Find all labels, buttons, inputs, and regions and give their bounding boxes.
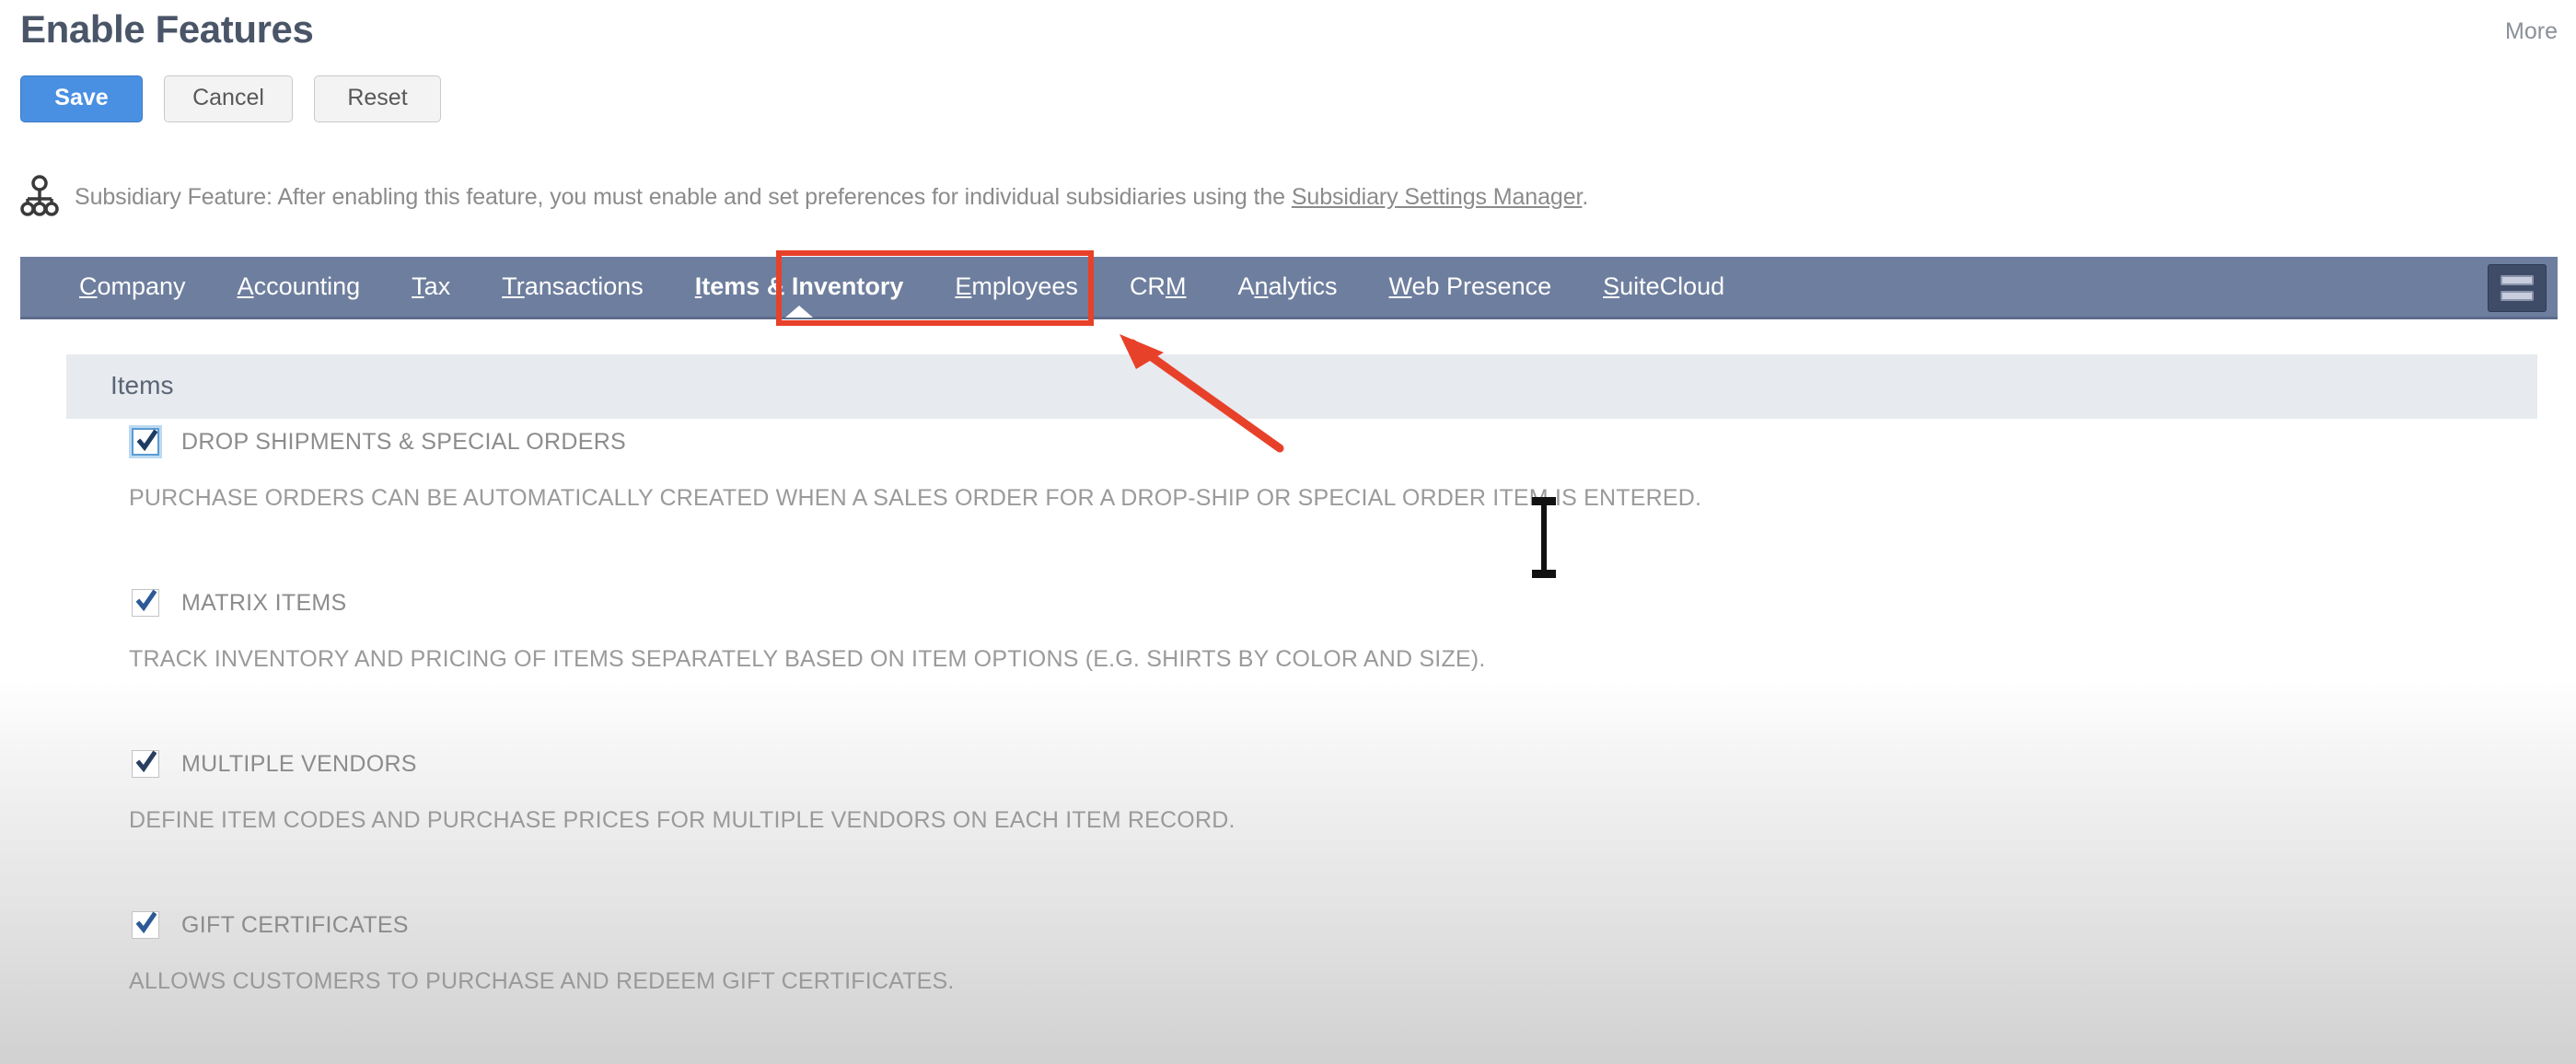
feature-description: DEFINE ITEM CODES AND PURCHASE PRICES FO…: [129, 807, 1236, 833]
tab-analytics-accel: n: [1254, 272, 1269, 300]
tab-crm-label: CRM: [1129, 272, 1187, 300]
feature-label: MULTIPLE VENDORS: [181, 750, 417, 777]
tab-crm-accel: M: [1165, 272, 1187, 300]
tab-transactions-label: ansactions: [524, 272, 644, 300]
checkbox-drop-shipments-and-special-orders[interactable]: [129, 425, 162, 458]
enable-features-page: Enable Features More Save Cancel Reset S…: [0, 0, 2576, 1064]
feature-description: TRACK INVENTORY AND PRICING OF ITEMS SEP…: [129, 646, 1486, 672]
feature-label: GIFT CERTIFICATES: [181, 911, 409, 938]
tab-suitecloud-label: uiteCloud: [1619, 272, 1725, 300]
subsidiary-notice-text-after: .: [1582, 183, 1589, 210]
tab-accounting-label: ccounting: [253, 272, 361, 300]
tab-tax[interactable]: Tax: [386, 257, 476, 317]
subsidiary-feature-notice: Subsidiary Feature: After enabling this …: [20, 175, 1588, 219]
feature-description: PURCHASE ORDERS CAN BE AUTOMATICALLY CRE…: [129, 485, 1702, 511]
tab-list: Company Accounting Tax Transactions Item…: [53, 257, 1750, 318]
checkbox-matrix-items[interactable]: [132, 589, 159, 617]
tab-tax-label: ax: [424, 272, 451, 300]
feature-row: DROP SHIPMENTS & SPECIAL ORDERS: [129, 425, 627, 458]
checkbox-gift-certificates[interactable]: [132, 911, 159, 939]
subsidiary-notice-text-before: Subsidiary Feature: After enabling this …: [75, 183, 1292, 210]
tab-company-accel: C: [79, 272, 98, 300]
tab-suitecloud-accel: S: [1603, 272, 1620, 300]
page-title: Enable Features: [20, 7, 314, 51]
checkmark-icon: [136, 589, 157, 612]
items-section-title: Items: [110, 371, 174, 399]
more-link[interactable]: More: [2505, 18, 2558, 45]
tab-transactions[interactable]: Transactions: [476, 257, 669, 317]
tab-employees-label: mployees: [971, 272, 1078, 300]
tab-crm[interactable]: CRM: [1104, 257, 1213, 317]
feature-description: ALLOWS CUSTOMERS TO PURCHASE AND REDEEM …: [129, 968, 955, 994]
subsidiary-notice-text: Subsidiary Feature: After enabling this …: [75, 184, 1588, 211]
tab-company-label: ompany: [97, 272, 186, 300]
tab-accounting-accel: A: [237, 272, 254, 300]
feature-row: MULTIPLE VENDORS: [132, 750, 417, 778]
tab-tax-accel: T: [412, 272, 424, 300]
items-section-header: Items: [66, 354, 2537, 419]
checkbox-multiple-vendors[interactable]: [132, 750, 159, 778]
layout-icon-bar-top: [2501, 275, 2534, 285]
active-tab-pointer-icon: [785, 306, 814, 318]
cancel-button[interactable]: Cancel: [164, 75, 293, 122]
subsidiary-settings-manager-link[interactable]: Subsidiary Settings Manager: [1292, 184, 1583, 210]
tab-employees[interactable]: Employees: [929, 257, 1104, 317]
tab-analytics-label: Analytics: [1237, 272, 1338, 300]
feature-row: MATRIX ITEMS: [132, 589, 347, 617]
checkmark-icon: [136, 750, 157, 773]
tab-employees-accel: E: [955, 272, 972, 300]
tab-items-and-inventory[interactable]: Items & Inventory: [669, 257, 930, 318]
tab-accounting[interactable]: Accounting: [212, 257, 387, 317]
feature-label: DROP SHIPMENTS & SPECIAL ORDERS: [181, 428, 627, 455]
checkmark-icon: [137, 429, 157, 452]
tab-analytics[interactable]: Analytics: [1212, 257, 1363, 317]
action-button-row: Save Cancel Reset: [20, 75, 441, 122]
tab-items-and-inventory-label: tems & Inventory: [702, 272, 904, 300]
list-layout-icon[interactable]: [2488, 264, 2547, 312]
tab-suitecloud[interactable]: SuiteCloud: [1577, 257, 1750, 317]
tab-web-presence[interactable]: Web Presence: [1363, 257, 1578, 317]
tab-web-presence-label: eb Presence: [1411, 272, 1552, 300]
tab-company[interactable]: Company: [53, 257, 212, 317]
reset-button[interactable]: Reset: [314, 75, 441, 122]
layout-icon-bar-bottom: [2501, 291, 2534, 301]
save-button[interactable]: Save: [20, 75, 143, 122]
hierarchy-icon: [20, 175, 59, 216]
feature-tab-bar: Company Accounting Tax Transactions Item…: [20, 257, 2558, 319]
feature-label: MATRIX ITEMS: [181, 589, 347, 616]
tab-web-presence-accel: W: [1388, 272, 1412, 300]
checkmark-icon: [136, 911, 157, 934]
feature-row: GIFT CERTIFICATES: [132, 911, 409, 939]
tab-transactions-accel: Tr: [502, 272, 525, 300]
